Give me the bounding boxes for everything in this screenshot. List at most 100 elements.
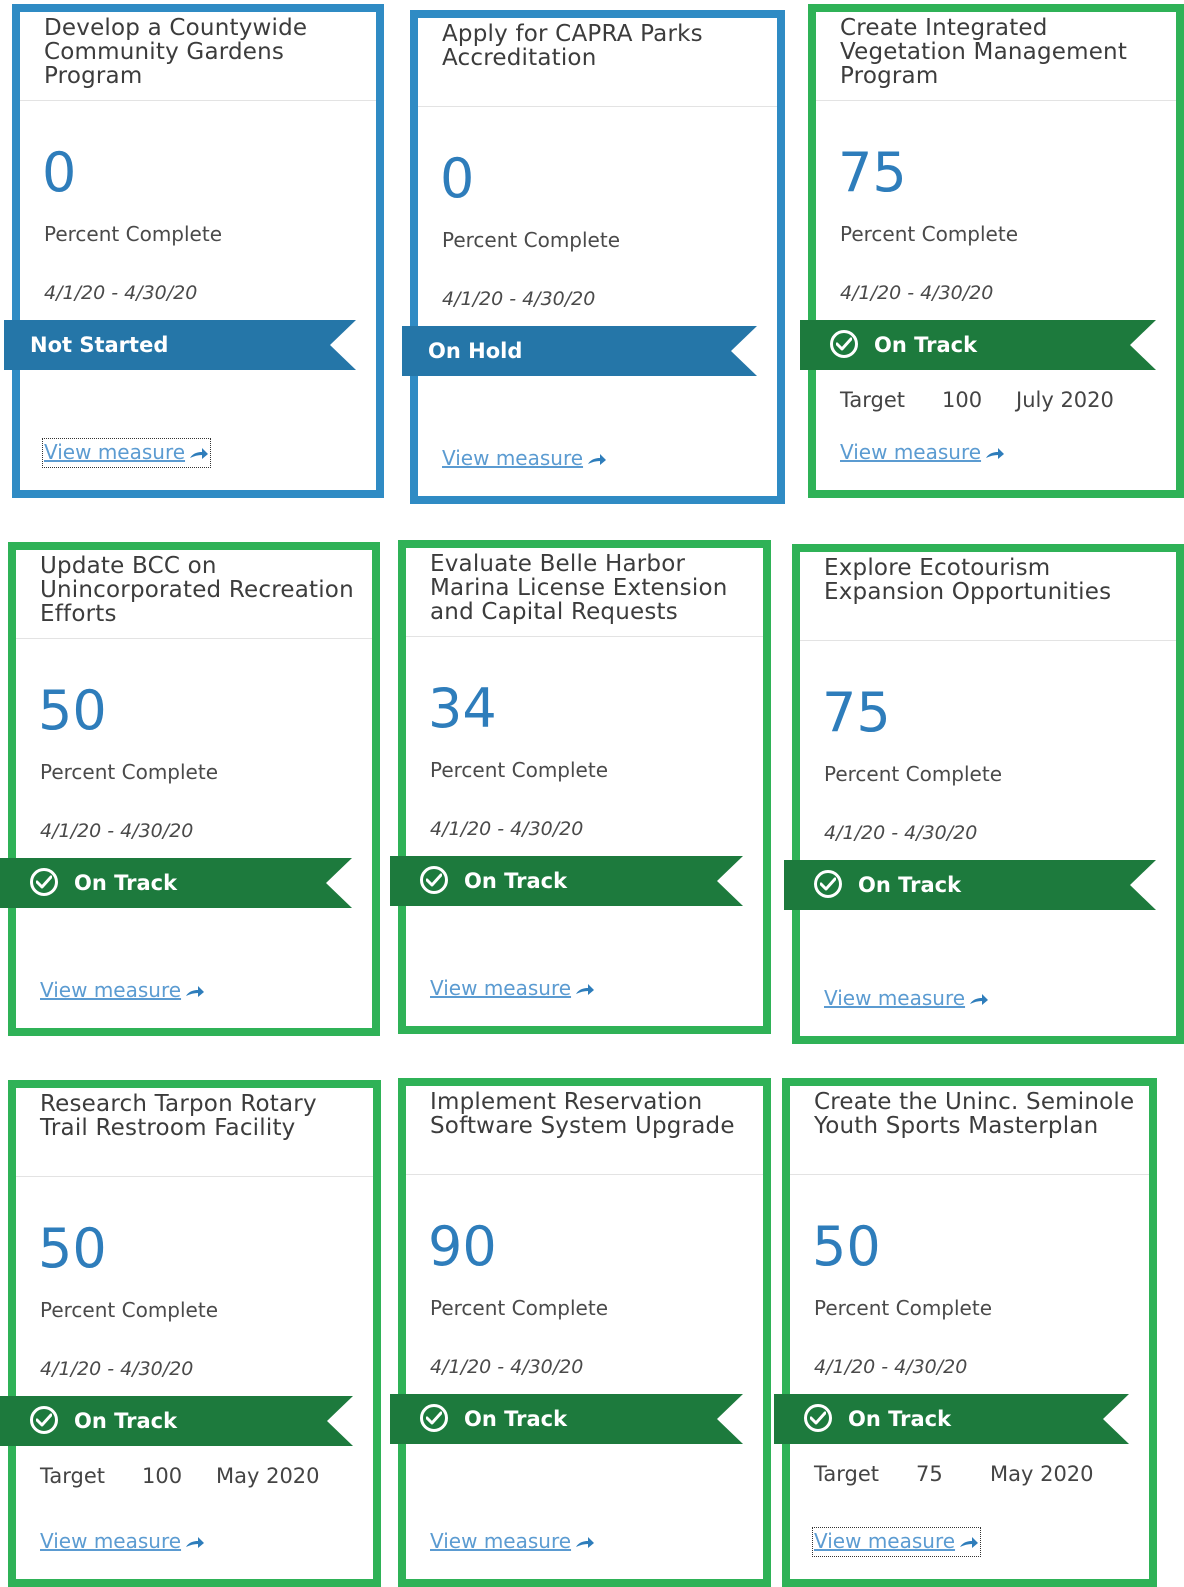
percent-complete-label: Percent Complete [824, 762, 1002, 786]
measure-card: Implement Reservation Software System Up… [398, 1078, 771, 1587]
view-measure-link[interactable]: View measure [430, 1529, 595, 1555]
arrow-right-icon [587, 448, 607, 472]
title-divider [20, 100, 376, 101]
card-title: Update BCC on Unincorporated Recreation … [40, 553, 354, 627]
status-label: On Track [74, 1409, 178, 1433]
percent-complete-label: Percent Complete [442, 228, 620, 252]
view-measure-link[interactable]: View measure [442, 446, 607, 472]
title-divider [16, 1176, 373, 1177]
percent-complete-label: Percent Complete [44, 222, 222, 246]
arrow-right-icon [969, 988, 989, 1012]
view-measure-label: View measure [824, 986, 966, 1010]
view-measure-label: View measure [40, 978, 182, 1002]
arrow-right-icon [185, 980, 205, 1004]
target-row: Target 75 May 2020 [814, 1462, 1141, 1490]
measure-card: Evaluate Belle Harbor Marina License Ext… [398, 540, 771, 1034]
status-ribbon: On Track [774, 1394, 1129, 1444]
title-divider [16, 638, 372, 639]
check-circle-icon [30, 1406, 58, 1434]
status-label: On Track [858, 873, 962, 897]
view-measure-label: View measure [430, 976, 572, 1000]
measure-card: Create the Uninc. Seminole Youth Sports … [782, 1078, 1157, 1587]
percent-complete-value: 75 [822, 681, 891, 744]
title-divider [800, 640, 1176, 641]
percent-complete-label: Percent Complete [40, 1298, 218, 1322]
title-divider [406, 636, 763, 637]
status-ribbon: On Track [0, 858, 352, 908]
card-title: Implement Reservation Software System Up… [430, 1089, 735, 1139]
percent-complete-value: 0 [440, 147, 475, 210]
check-circle-icon [814, 870, 842, 898]
arrow-right-icon [959, 1531, 979, 1555]
status-label: On Track [74, 871, 178, 895]
status-ribbon: Not Started [4, 320, 356, 370]
arrow-right-icon [185, 1531, 205, 1555]
date-range: 4/1/20 - 4/30/20 [44, 282, 198, 304]
view-measure-link[interactable]: View measure [824, 986, 989, 1012]
title-divider [418, 106, 777, 107]
view-measure-label: View measure [814, 1529, 956, 1553]
view-measure-label: View measure [840, 440, 982, 464]
target-value: 100 [142, 1464, 183, 1488]
target-date: May 2020 [990, 1462, 1094, 1486]
view-measure-link[interactable]: View measure [840, 440, 1005, 466]
date-range: 4/1/20 - 4/30/20 [40, 820, 194, 842]
date-range: 4/1/20 - 4/30/20 [442, 288, 596, 310]
arrow-right-icon [985, 442, 1005, 466]
arrow-right-icon [575, 978, 595, 1002]
view-measure-link[interactable]: View measure [40, 1529, 205, 1555]
percent-complete-value: 90 [428, 1215, 497, 1278]
target-row: Target 100 May 2020 [40, 1464, 365, 1492]
check-circle-icon [420, 866, 448, 894]
target-date: July 2020 [1016, 388, 1114, 412]
view-measure-label: View measure [442, 446, 584, 470]
status-ribbon: On Track [0, 1396, 353, 1446]
target-label: Target [814, 1462, 879, 1486]
view-measure-link[interactable]: View measure [430, 976, 595, 1002]
status-ribbon: On Track [390, 856, 743, 906]
card-title: Research Tarpon Rotary Trail Restroom Fa… [40, 1091, 317, 1141]
status-ribbon: On Hold [402, 326, 757, 376]
date-range: 4/1/20 - 4/30/20 [824, 822, 978, 844]
percent-complete-label: Percent Complete [430, 1296, 608, 1320]
percent-complete-value: 50 [38, 1217, 107, 1280]
date-range: 4/1/20 - 4/30/20 [430, 818, 584, 840]
status-label: Not Started [30, 333, 169, 357]
date-range: 4/1/20 - 4/30/20 [430, 1356, 584, 1378]
measure-card: Apply for CAPRA Parks Accreditation 0 Perc… [410, 10, 785, 504]
check-circle-icon [830, 330, 858, 358]
measure-card: Develop a Countywide Community Gardens P… [12, 4, 384, 498]
measure-card: Explore Ecotourism Expansion Opportuniti… [792, 544, 1184, 1044]
date-range: 4/1/20 - 4/30/20 [814, 1356, 968, 1378]
target-value: 100 [942, 388, 983, 412]
date-range: 4/1/20 - 4/30/20 [40, 1358, 194, 1380]
percent-complete-label: Percent Complete [814, 1296, 992, 1320]
target-label: Target [840, 388, 905, 412]
target-label: Target [40, 1464, 105, 1488]
view-measure-link[interactable]: View measure [811, 1527, 982, 1557]
view-measure-link[interactable]: View measure [41, 438, 212, 468]
percent-complete-label: Percent Complete [40, 760, 218, 784]
status-label: On Track [464, 869, 568, 893]
percent-complete-value: 0 [42, 141, 77, 204]
status-ribbon: On Track [784, 860, 1156, 910]
card-title: Create the Uninc. Seminole Youth Sports … [814, 1089, 1135, 1139]
view-measure-link[interactable]: View measure [40, 978, 205, 1004]
card-title: Evaluate Belle Harbor Marina License Ext… [430, 551, 728, 625]
check-circle-icon [420, 1404, 448, 1432]
title-divider [790, 1174, 1149, 1175]
status-label: On Track [848, 1407, 952, 1431]
percent-complete-value: 34 [428, 677, 497, 740]
percent-complete-label: Percent Complete [430, 758, 608, 782]
card-title: Create Integrated Vegetation Management … [840, 15, 1128, 89]
measure-card: Update BCC on Unincorporated Recreation … [8, 542, 380, 1036]
status-ribbon: On Track [390, 1394, 743, 1444]
arrow-right-icon [189, 442, 209, 466]
status-label: On Hold [428, 339, 523, 363]
measure-card: Create Integrated Vegetation Management … [808, 4, 1184, 498]
title-divider [816, 100, 1176, 101]
target-value: 75 [916, 1462, 943, 1486]
percent-complete-label: Percent Complete [840, 222, 1018, 246]
view-measure-label: View measure [430, 1529, 572, 1553]
percent-complete-value: 50 [812, 1215, 881, 1278]
